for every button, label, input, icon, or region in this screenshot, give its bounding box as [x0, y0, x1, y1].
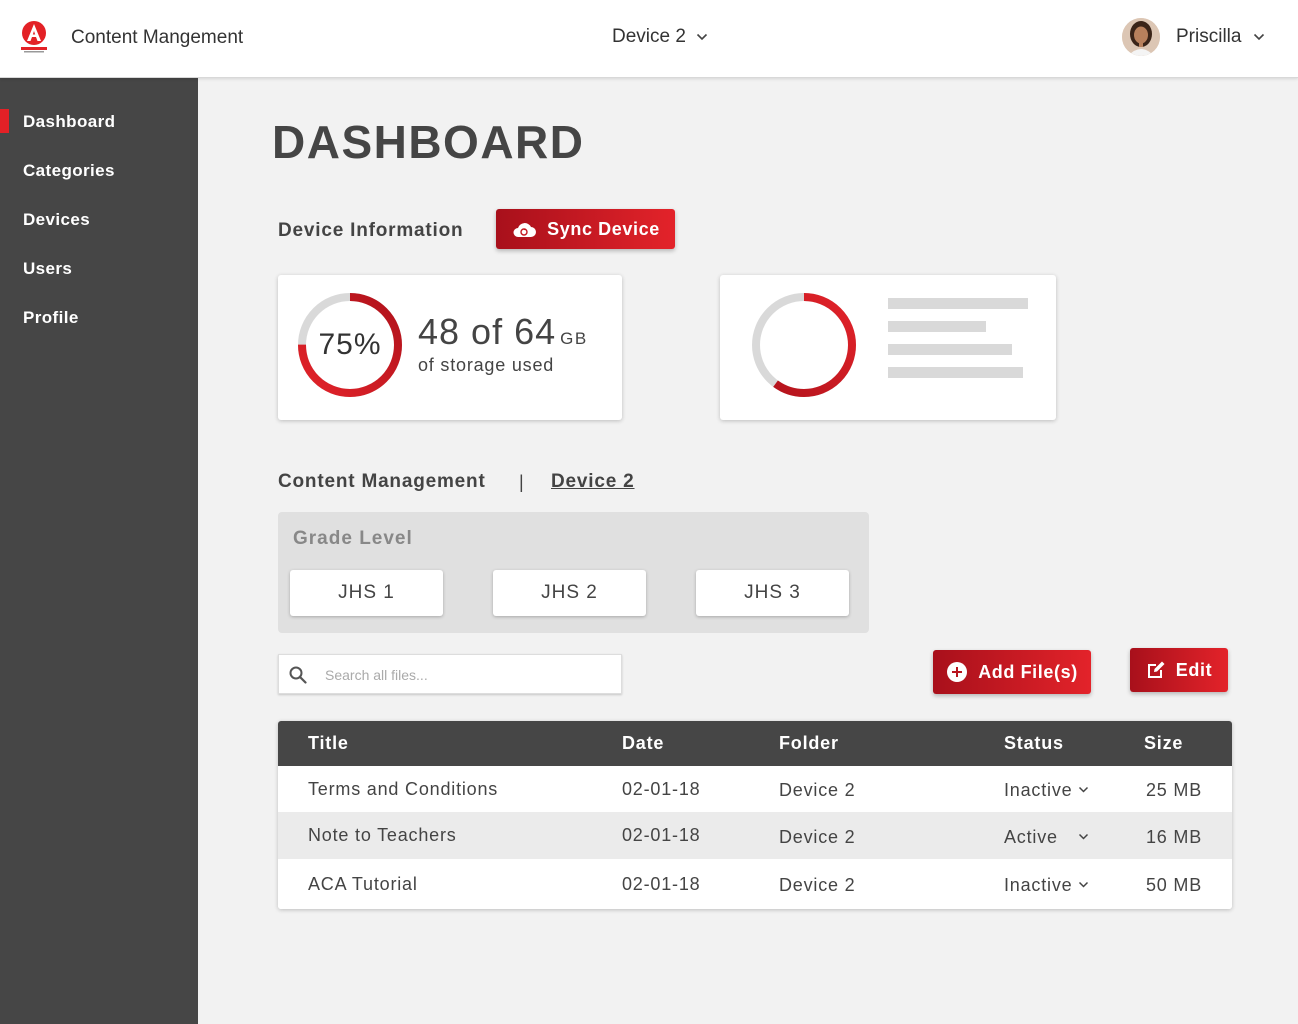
row-date: 02-01-18 — [622, 825, 701, 845]
row-size: 50 MB — [1146, 875, 1203, 895]
app-title: Content Mangement — [71, 27, 244, 48]
table-row[interactable]: Note to Teachers 02-01-18 Device 2 Activ… — [278, 812, 1232, 859]
chevron-down-icon — [1078, 881, 1089, 888]
status-dropdown[interactable]: Inactive — [1004, 875, 1104, 896]
table-row[interactable]: ACA Tutorial 02-01-18 Device 2 Inactive … — [278, 859, 1232, 909]
placeholder-line — [888, 344, 1012, 355]
placeholder-line — [888, 321, 986, 332]
row-title: Note to Teachers — [308, 825, 457, 845]
search-input[interactable] — [325, 663, 615, 687]
storage-card: 75% 48 of 64 GB of storage used — [278, 275, 622, 420]
chevron-down-icon — [1254, 33, 1265, 41]
content-management-label: Content Management — [278, 471, 486, 492]
device-ring-chart — [752, 293, 856, 397]
add-files-button[interactable]: Add File(s) — [933, 650, 1091, 694]
status-dropdown[interactable]: Active — [1004, 827, 1104, 848]
row-title: Terms and Conditions — [308, 779, 499, 799]
sidebar-item-users[interactable]: Users — [0, 256, 198, 282]
row-size: 16 MB — [1146, 827, 1203, 847]
avatar — [1122, 18, 1160, 56]
device-selector-label: Device 2 — [612, 26, 686, 47]
user-name: Priscilla — [1176, 26, 1242, 47]
row-folder: Device 2 — [779, 875, 856, 895]
device-selector[interactable]: Device 2 — [612, 26, 708, 48]
breadcrumb-device-link[interactable]: Device 2 — [551, 471, 635, 493]
files-table: Title Date Folder Status Size Terms and … — [278, 721, 1232, 909]
placeholder-line — [888, 367, 1023, 378]
placeholder-line — [888, 298, 1028, 309]
sidebar-item-categories[interactable]: Categories — [0, 158, 198, 184]
app-logo[interactable] — [18, 20, 50, 54]
status-dropdown[interactable]: Inactive — [1004, 780, 1104, 801]
row-folder: Device 2 — [779, 780, 856, 800]
breadcrumb-separator: | — [519, 472, 524, 492]
page-title: DASHBOARD — [272, 116, 585, 168]
grade-jhs3-button[interactable]: JHS 3 — [696, 570, 849, 616]
row-title: ACA Tutorial — [308, 874, 418, 894]
add-files-label: Add File(s) — [978, 661, 1078, 682]
storage-subtitle: of storage used — [418, 355, 555, 375]
chevron-down-icon — [696, 33, 707, 41]
sidebar-item-devices[interactable]: Devices — [0, 207, 198, 233]
sidebar-item-dashboard[interactable]: Dashboard — [0, 109, 198, 135]
column-header-status[interactable]: Status — [1004, 733, 1064, 754]
plus-circle-icon — [947, 662, 968, 682]
grade-level-title: Grade Level — [293, 528, 413, 549]
edit-label: Edit — [1175, 659, 1213, 680]
storage-unit: GB — [560, 329, 588, 348]
sidebar-item-profile[interactable]: Profile — [0, 305, 198, 331]
storage-ring: 75% — [296, 291, 404, 399]
table-header: Title Date Folder Status Size — [278, 721, 1232, 766]
search-icon — [289, 666, 307, 684]
search-box — [278, 654, 622, 694]
top-bar: Content Mangement Device 2 Priscilla — [0, 0, 1298, 78]
sync-device-button[interactable]: Sync Device — [496, 209, 675, 249]
device-stats-card — [720, 275, 1056, 420]
storage-percent: 75% — [318, 328, 382, 361]
device-ring — [750, 291, 858, 399]
row-date: 02-01-18 — [622, 874, 701, 894]
row-date: 02-01-18 — [622, 779, 701, 799]
row-status: Inactive — [1004, 780, 1073, 800]
asanka-logo-icon — [21, 21, 47, 53]
chevron-down-icon — [1078, 833, 1089, 840]
grade-jhs1-button[interactable]: JHS 1 — [290, 570, 443, 616]
storage-used-value: 48 of 64 — [418, 311, 557, 352]
row-status: Active — [1004, 827, 1058, 847]
grade-jhs2-button[interactable]: JHS 2 — [493, 570, 646, 616]
sync-device-label: Sync Device — [547, 218, 660, 239]
chevron-down-icon — [1078, 786, 1089, 793]
column-header-folder[interactable]: Folder — [779, 733, 839, 754]
column-header-title[interactable]: Title — [308, 733, 349, 754]
cloud-sync-icon — [513, 223, 537, 237]
edit-button[interactable]: Edit — [1130, 648, 1228, 692]
grade-level-panel: Grade Level JHS 1 JHS 2 JHS 3 — [278, 512, 869, 633]
row-status: Inactive — [1004, 875, 1073, 895]
storage-used: 48 of 64 GB — [418, 311, 588, 353]
column-header-date[interactable]: Date — [622, 733, 664, 754]
table-row[interactable]: Terms and Conditions 02-01-18 Device 2 I… — [278, 766, 1232, 812]
edit-icon — [1147, 661, 1165, 678]
device-info-label: Device Information — [278, 220, 464, 241]
row-size: 25 MB — [1146, 780, 1203, 800]
column-header-size[interactable]: Size — [1144, 733, 1183, 754]
row-folder: Device 2 — [779, 827, 856, 847]
user-menu[interactable]: Priscilla — [1122, 18, 1265, 56]
sidebar: Dashboard Categories Devices Users Profi… — [0, 78, 198, 1024]
